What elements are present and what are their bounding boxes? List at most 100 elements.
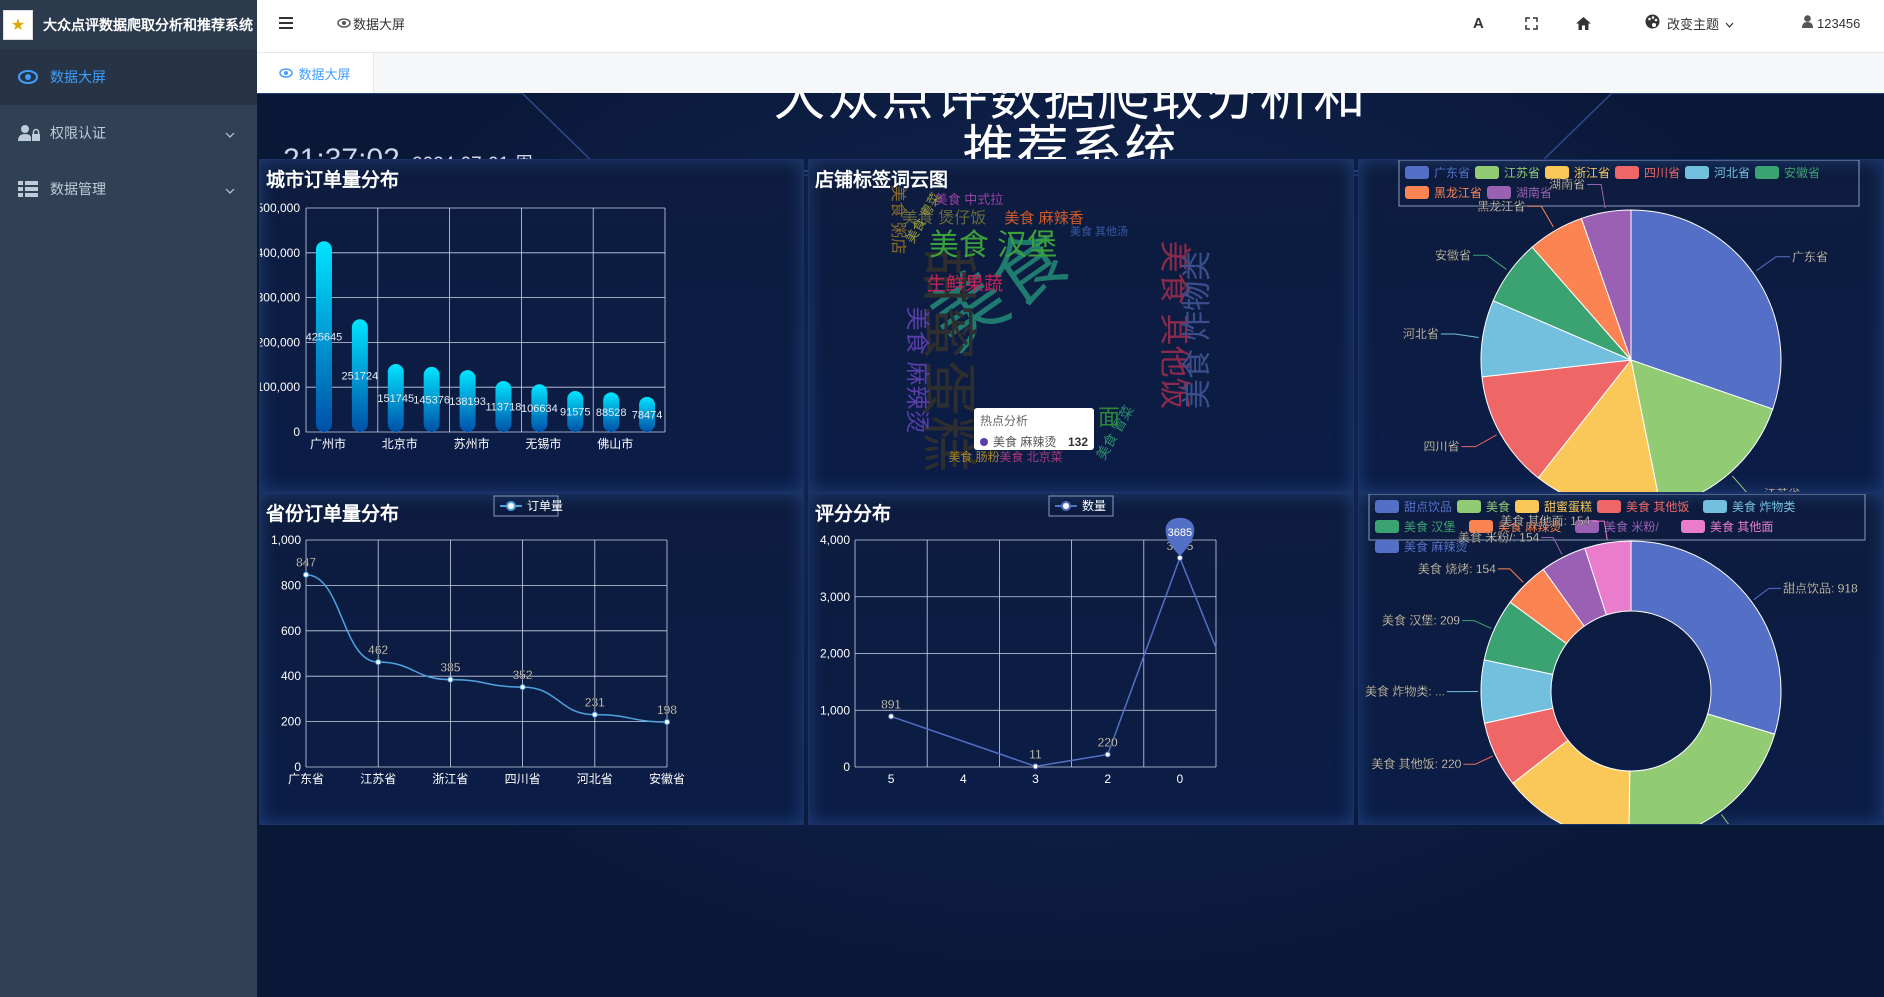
y-tick-label: 3,000 xyxy=(820,590,850,604)
eye-icon xyxy=(279,66,294,81)
wordcloud-word: 美食 汉堡 xyxy=(929,229,1057,262)
data-label: 231 xyxy=(585,696,605,710)
wordcloud-word: 面 xyxy=(1098,405,1120,430)
wordcloud-word: 美食 其他汤 xyxy=(1070,224,1128,238)
sidebar-item-dashboard[interactable]: 数据大屏 xyxy=(0,49,257,105)
legend-label: 美食 米粉/ xyxy=(1604,519,1659,534)
data-point xyxy=(591,711,598,718)
wordcloud-word: 美食 北京菜 xyxy=(999,449,1062,464)
label-line xyxy=(1463,755,1493,765)
y-tick-label: 1,000 xyxy=(820,703,850,717)
label-line xyxy=(1731,475,1748,492)
label-line xyxy=(1497,568,1524,583)
legend-swatch xyxy=(1755,166,1779,179)
donut-slice xyxy=(1628,713,1776,824)
legend-swatch xyxy=(1375,540,1399,553)
label-line xyxy=(1440,333,1479,338)
data-label: 462 xyxy=(368,643,388,657)
city-bar-chart: 0 100,000 200,000 300,000 400,000 500,000 4256… xyxy=(260,201,666,451)
home-icon[interactable] xyxy=(1576,0,1591,46)
panel-province-pie: 广东省江苏省浙江省四川省河北省安徽省黑龙江省湖南省广东省江苏省浙江省四川省河北省… xyxy=(1358,159,1884,493)
sidebar-item-auth[interactable]: 权限认证 xyxy=(0,105,257,161)
hamburger-icon[interactable] xyxy=(279,0,293,46)
y-tick-label: 0 xyxy=(293,425,300,439)
chevron-down-icon xyxy=(225,181,235,197)
legend-label: 订单量 xyxy=(527,499,563,513)
chevron-down-icon xyxy=(1725,16,1734,31)
bar-value-label: 106634 xyxy=(521,403,558,415)
label-line xyxy=(1527,205,1554,228)
wordcloud-word: 美食 麻辣香 xyxy=(1004,210,1083,227)
legend-swatch xyxy=(1405,186,1429,199)
legend-swatch xyxy=(1685,166,1709,179)
chevron-down-icon xyxy=(225,125,235,141)
topbar: 数据大屏 A 改变主题 123456 xyxy=(257,0,1884,53)
slice-label: 美食 炸物类: ... xyxy=(1365,684,1445,699)
slice-label: 美食 烧烤: 154 xyxy=(1418,561,1496,576)
tooltip-item: 美食 麻辣烫 xyxy=(993,435,1057,449)
slice-label: 江苏省 xyxy=(1764,487,1800,492)
slice-label: 黑龙江省 xyxy=(1477,199,1525,213)
legend-label: 甜蜜蛋糕 xyxy=(1544,499,1592,514)
legend-swatch xyxy=(1475,166,1499,179)
tab-label: 数据大屏 xyxy=(298,66,351,82)
y-tick-label: 200 xyxy=(281,715,301,729)
x-tick-label: 5 xyxy=(888,772,895,786)
x-tick-label: 江苏省 xyxy=(360,772,396,786)
x-tick-label: 北京市 xyxy=(382,436,418,451)
x-tick-label: 广东省 xyxy=(288,772,324,786)
y-tick-label: 100,000 xyxy=(260,380,300,394)
panel-title: 省份订单量分布 xyxy=(266,504,400,525)
eye-icon xyxy=(18,70,42,84)
tab-dashboard[interactable]: 数据大屏 xyxy=(257,53,374,93)
wordcloud-word: 美食 炸物类 xyxy=(1181,251,1214,409)
legend-label: 美食 汉堡 xyxy=(1404,519,1455,534)
font-size-icon[interactable]: A xyxy=(1473,0,1484,46)
y-tick-label: 800 xyxy=(281,578,301,592)
slice-label: 美食 其他饭: 220 xyxy=(1371,756,1461,771)
data-label: 385 xyxy=(440,661,460,675)
mark-point-label: 3685 xyxy=(1168,527,1192,539)
legend-swatch xyxy=(1375,520,1399,533)
category-donut-chart: 甜点饮品 美食 甜蜜蛋糕 美食 其他饭 美食 炸物类美食 汉堡 美食 麻辣烫 美食 米粉/美… xyxy=(1365,494,1866,824)
x-tick-label: 2 xyxy=(1104,772,1111,786)
legend-marker xyxy=(506,501,516,511)
y-tick-label: 600 xyxy=(281,624,301,638)
legend-label: 广东省 xyxy=(1434,166,1470,180)
y-tick-label: 400,000 xyxy=(260,246,300,260)
bar-value-label: 145376 xyxy=(413,394,450,406)
y-tick-label: 400 xyxy=(281,669,301,683)
fullscreen-icon[interactable] xyxy=(1525,0,1538,46)
wordcloud-word: 生鲜果蔬 xyxy=(927,273,1003,295)
province-pie-chart: 广东省江苏省浙江省四川省河北省安徽省黑龙江省湖南省广东省江苏省浙江省四川省河北省… xyxy=(1398,160,1860,492)
legend-label: 湖南省 xyxy=(1516,185,1552,200)
legend-label: 四川省 xyxy=(1644,166,1680,180)
bar-value-label: 151745 xyxy=(377,393,414,405)
user-menu[interactable]: 123456 xyxy=(1802,0,1860,46)
data-screen: 大众点评数据爬取分析和 推荐系统 21:37:02 2024-07-01 周一 … xyxy=(257,93,1884,997)
slice-label: 河北省 xyxy=(1403,327,1439,341)
x-tick-label: 四川省 xyxy=(505,772,541,786)
tooltip: 热点分析 美食 麻辣烫 132 xyxy=(974,408,1094,450)
panel-category-donut: 甜点饮品 美食 甜蜜蛋糕 美食 其他饭 美食 炸物类 美食 汉堡 美食 麻辣烫 美食 米粉/美… xyxy=(1358,493,1884,825)
panel-city-orders: 城市订单量分布 0 100,000 200,000 300,000 400,000 500… xyxy=(259,159,804,493)
y-tick-label: 500,000 xyxy=(260,201,300,215)
eye-icon xyxy=(337,16,351,31)
data-label: 352 xyxy=(513,668,533,682)
table-icon xyxy=(18,181,42,197)
panel-title: 评分分布 xyxy=(815,504,892,525)
theme-switcher[interactable]: 改变主题 xyxy=(1645,0,1734,46)
legend-swatch xyxy=(1375,500,1399,513)
sidebar-item-data[interactable]: 数据管理 xyxy=(0,161,257,217)
slice-label: 美食 汉堡: 209 xyxy=(1382,613,1460,628)
legend-label: 美食 xyxy=(1486,499,1510,514)
label-line xyxy=(1587,184,1606,209)
data-label: 198 xyxy=(657,703,677,717)
y-tick-label: 2,000 xyxy=(820,647,850,661)
slice-label: 甜点饮品: 918 xyxy=(1783,581,1858,595)
breadcrumb: 数据大屏 xyxy=(337,0,405,46)
legend-swatch xyxy=(1487,186,1511,199)
x-tick-label: 安徽省 xyxy=(649,771,685,786)
legend-marker xyxy=(1061,501,1071,511)
x-tick-label: 无锡市 xyxy=(525,436,561,451)
